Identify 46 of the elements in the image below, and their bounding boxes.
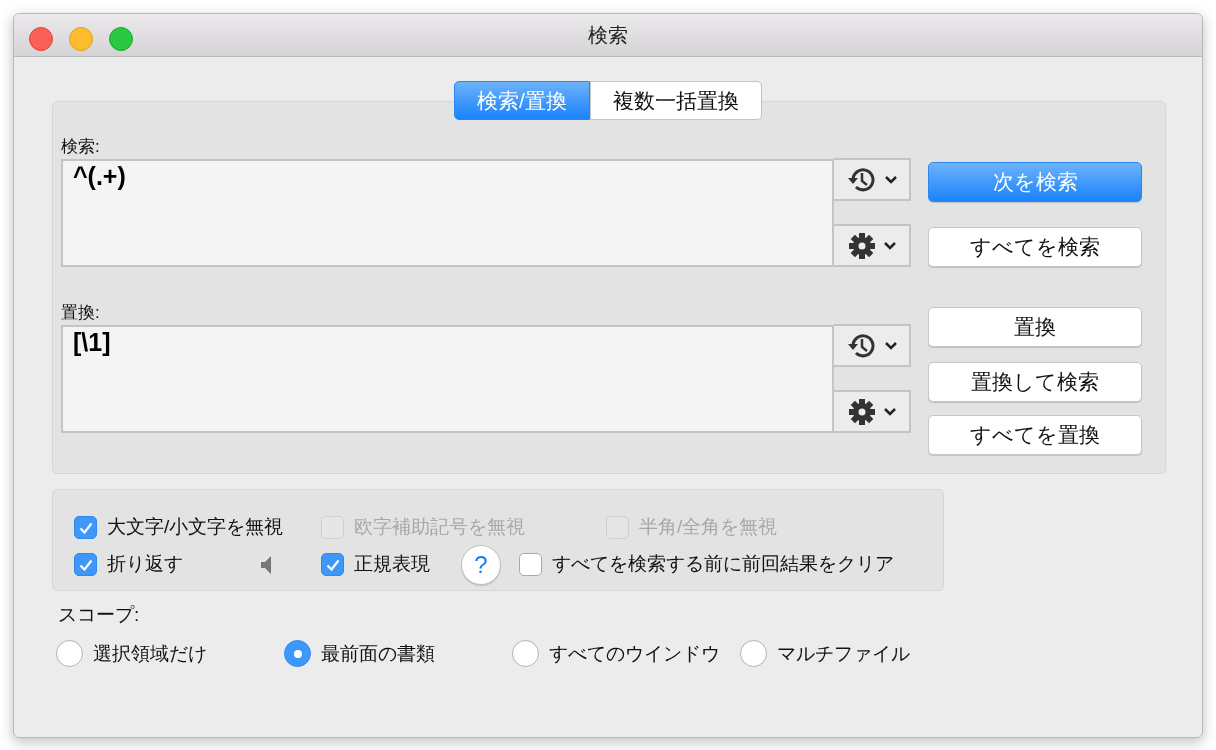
action-button[interactable]: 置換して検索 bbox=[928, 362, 1142, 402]
chevron-icon bbox=[883, 407, 896, 416]
radio-button[interactable] bbox=[512, 640, 539, 668]
option-label: 正規表現 bbox=[354, 552, 430, 577]
text-area[interactable]: ^(.+) bbox=[61, 159, 834, 267]
gear-icon bbox=[847, 231, 876, 260]
chevron-icon bbox=[883, 241, 896, 250]
checkmark-icon bbox=[78, 521, 93, 534]
text-area[interactable]: [\1] bbox=[61, 325, 834, 433]
checkbox[interactable] bbox=[74, 516, 97, 539]
history-dropdown-button[interactable] bbox=[834, 324, 911, 367]
close-button[interactable] bbox=[29, 27, 53, 51]
gear-icon bbox=[847, 397, 876, 426]
checkbox[interactable] bbox=[74, 553, 97, 576]
scope-label: スコープ: bbox=[58, 603, 141, 627]
action-button[interactable]: すべてを置換 bbox=[928, 415, 1142, 455]
help-button[interactable]: ? bbox=[461, 544, 501, 585]
checkbox[interactable] bbox=[519, 553, 542, 576]
option-label: 半角/全角を無視 bbox=[639, 515, 778, 540]
radio-label: マルチファイル bbox=[777, 641, 910, 666]
chevron-icon bbox=[884, 341, 897, 350]
window-title: 検索 bbox=[588, 24, 628, 46]
checkmark-icon bbox=[325, 558, 340, 571]
zoom-button[interactable] bbox=[109, 27, 133, 51]
action-button[interactable]: すべてを検索 bbox=[928, 227, 1142, 267]
checkmark-icon bbox=[78, 558, 93, 571]
chevron-icon bbox=[884, 175, 897, 184]
field-label: 検索: bbox=[61, 136, 101, 158]
action-button[interactable]: 置換 bbox=[928, 307, 1142, 347]
radio-label: すべてのウインドウ bbox=[549, 641, 720, 666]
settings-dropdown-button[interactable] bbox=[834, 390, 911, 433]
settings-dropdown-button[interactable] bbox=[834, 224, 911, 267]
radio-button[interactable] bbox=[284, 640, 311, 668]
radio-button[interactable] bbox=[56, 640, 83, 668]
speaker-icon[interactable] bbox=[261, 556, 271, 575]
radio-button[interactable] bbox=[740, 640, 767, 668]
option-label: すべてを検索する前に前回結果をクリア bbox=[552, 552, 894, 577]
radio-label: 選択領域だけ bbox=[93, 641, 207, 666]
option-label: 欧字補助記号を無視 bbox=[354, 515, 525, 540]
option-label: 大文字/小文字を無視 bbox=[107, 515, 284, 540]
option-label: 折り返す bbox=[107, 552, 183, 577]
history-dropdown-button[interactable] bbox=[834, 158, 911, 201]
checkbox[interactable] bbox=[321, 553, 344, 576]
tab[interactable]: 複数一括置換 bbox=[589, 81, 762, 120]
field-label: 置換: bbox=[61, 302, 101, 324]
radio-label: 最前面の書類 bbox=[321, 641, 435, 666]
